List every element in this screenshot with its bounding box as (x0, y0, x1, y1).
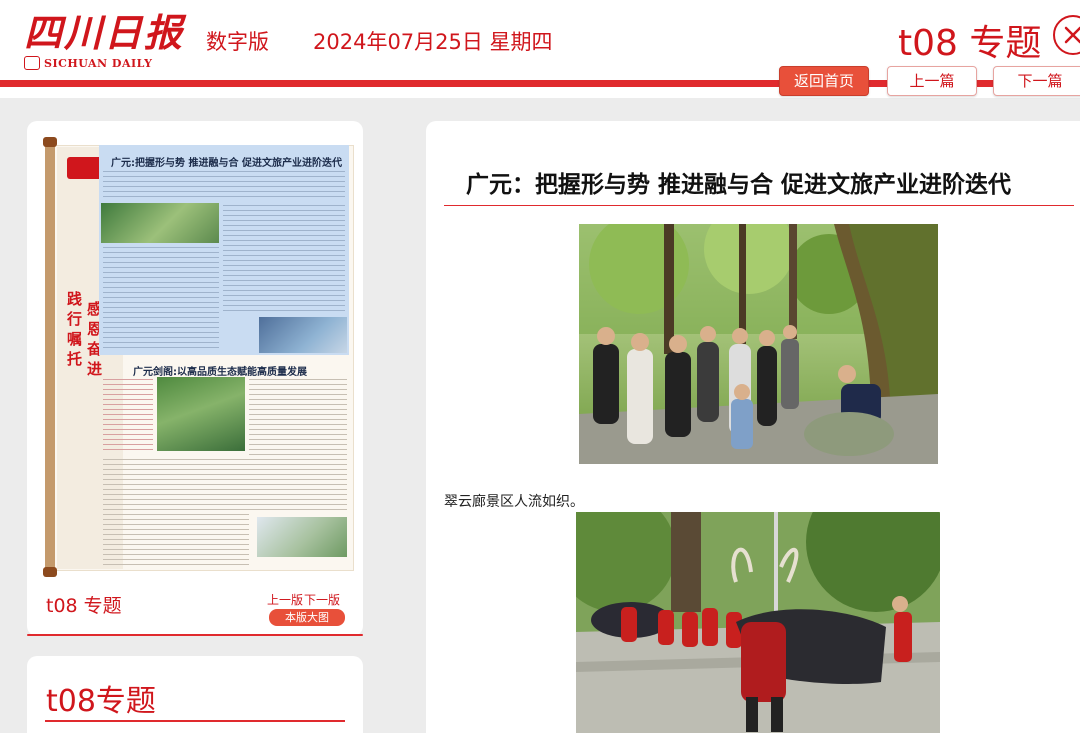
article-headline-divider (444, 205, 1074, 206)
full-page-image-button[interactable]: 本版大图 (269, 609, 345, 626)
previous-article-button[interactable]: 上一篇 (887, 66, 977, 96)
thumbnail-photo (101, 203, 219, 243)
thumbnail-logo-icon (67, 157, 103, 179)
article-photo-crowd (579, 224, 938, 464)
close-button[interactable] (1053, 15, 1080, 55)
thumbnail-text-block (103, 379, 153, 453)
logo-english: SICHUAN DAILY (44, 57, 153, 70)
thumbnail-mid-headline: 广元剑阁:以高品质生态赋能高质量发展 (133, 367, 307, 378)
section-card: t08专题 (27, 656, 363, 733)
section-divider (45, 720, 345, 722)
scroll-rod-cap-top (43, 137, 57, 147)
sichuan-daily-logo[interactable]: 四川日报 SICHUAN DAILY (24, 2, 184, 74)
photo-caption: 翠云廊景区人流如织。 (444, 494, 584, 510)
thumbnail-text-block (103, 459, 249, 567)
thumbnail-text-block (223, 205, 345, 313)
slogan-line-1: 践行嘱托 (67, 290, 83, 368)
thumbnail-divider (27, 634, 363, 636)
thumbnail-photo (259, 317, 347, 353)
page-thumbnail-card: 践行嘱托 感恩奋进 广元:把握形与势 推进融与合 促进文旅产业进阶迭代 广元剑阁… (27, 121, 363, 636)
thumbnail-top-headline: 广元:把握形与势 推进融与合 促进文旅产业进阶迭代 (111, 158, 342, 169)
thumbnail-text-block (103, 247, 219, 351)
photo-crowd-illustration (579, 224, 938, 464)
masthead: 四川日报 SICHUAN DAILY 数字版 2024年07月25日 星期四 t… (0, 0, 1080, 98)
close-icon (1064, 26, 1080, 44)
thumbnail-text-block (103, 171, 345, 199)
thumbnail-photo (257, 517, 347, 557)
thumbnail-page-label[interactable]: t08 专题 (46, 591, 122, 618)
section-title[interactable]: t08专题 (46, 676, 156, 720)
article-headline: 广元：把握形与势 推进融与合 促进文旅产业进阶迭代 (466, 172, 1012, 198)
article-photo-performance (576, 512, 940, 733)
back-home-button[interactable]: 返回首页 (779, 66, 869, 96)
next-article-button[interactable]: 下一篇 (993, 66, 1080, 96)
thumbnail-photo (157, 377, 245, 451)
photo-performance-illustration (576, 512, 940, 733)
page-title: t08 专题 (898, 23, 1042, 64)
previous-page-link[interactable]: 上一版 (267, 591, 303, 608)
scroll-rod (45, 143, 55, 573)
article-panel: 广元：把握形与势 推进融与合 促进文旅产业进阶迭代 翠云廊景区人流如织。 (426, 121, 1080, 733)
emblem-icon (24, 56, 40, 70)
next-page-link[interactable]: 下一版 (304, 591, 340, 608)
scroll-rod-cap-bottom (43, 567, 57, 577)
logo-chinese: 四川日报 (24, 10, 185, 55)
edition-label: 数字版 (206, 30, 269, 54)
issue-date: 2024年07月25日 星期四 (313, 30, 553, 54)
thumbnail-text-block (249, 379, 347, 511)
